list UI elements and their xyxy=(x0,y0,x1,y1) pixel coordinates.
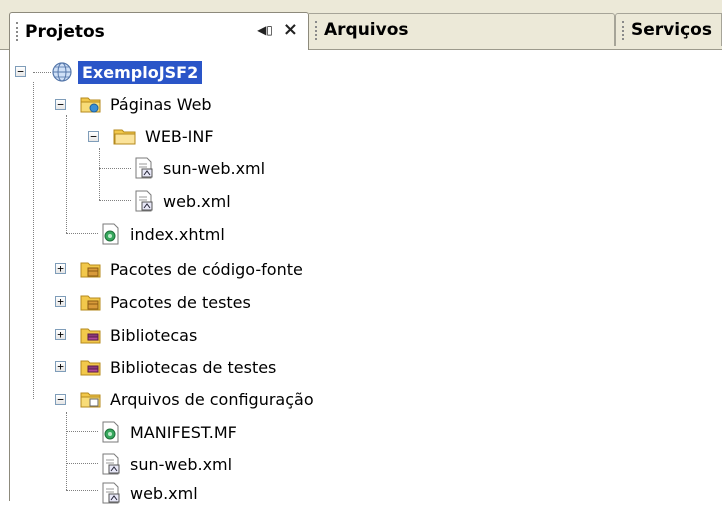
tab-label: Arquivos xyxy=(324,20,409,40)
tab-grip xyxy=(315,20,320,40)
xml-file-icon xyxy=(102,453,120,475)
expand-toggle[interactable]: + xyxy=(55,361,66,372)
tab-controls: ◀▯ × xyxy=(257,19,298,40)
web-folder-icon xyxy=(80,97,101,113)
tree-item-label: Pacotes de código-fonte xyxy=(110,259,303,279)
tree-item-label: sun-web.xml xyxy=(163,158,266,178)
tree-line xyxy=(66,463,98,464)
tree-item-web-xml[interactable]: web.xml xyxy=(133,186,231,216)
tree-item-sun-web-xml[interactable]: sun-web.xml xyxy=(100,449,232,479)
collapse-toggle[interactable]: − xyxy=(88,131,99,142)
tree-item-config-files[interactable]: Arquivos de configuração xyxy=(80,384,314,414)
package-folder-icon xyxy=(80,262,101,278)
close-tab-icon[interactable]: × xyxy=(283,19,298,40)
tree-item-test-libraries[interactable]: Bibliotecas de testes xyxy=(80,352,276,382)
folder-open-icon xyxy=(113,129,136,145)
tree-item-label: Páginas Web xyxy=(110,94,212,114)
tree-item-label: Pacotes de testes xyxy=(110,292,251,312)
tab-grip xyxy=(622,20,627,40)
tab-bar: Projetos ◀▯ × Arquivos Serviços xyxy=(0,0,722,50)
web-file-icon xyxy=(102,223,119,245)
minimize-window-icon[interactable]: ◀▯ xyxy=(257,23,273,37)
collapse-toggle[interactable]: − xyxy=(15,66,26,77)
collapse-toggle[interactable]: − xyxy=(55,99,66,110)
tree-item-web-inf[interactable]: WEB-INF xyxy=(113,121,214,151)
tab-arquivos[interactable]: Arquivos xyxy=(309,13,615,46)
tree-item-label: Arquivos de configuração xyxy=(110,389,314,409)
tree-line xyxy=(99,200,131,201)
project-name: ExemploJSF2 xyxy=(76,59,204,85)
tree-item-label: sun-web.xml xyxy=(130,454,233,474)
tree-line xyxy=(66,490,98,491)
library-folder-icon xyxy=(80,328,101,344)
tree-item-test-packages[interactable]: Pacotes de testes xyxy=(80,287,251,317)
tree-line xyxy=(66,233,98,234)
package-folder-icon xyxy=(80,295,101,311)
tree-line xyxy=(33,72,51,73)
tree-line xyxy=(99,148,100,200)
tree-line xyxy=(66,431,98,432)
tree-item-label: web.xml xyxy=(130,483,198,503)
tree-item-sun-web-xml[interactable]: sun-web.xml xyxy=(133,153,265,183)
tab-projetos[interactable]: Projetos ◀▯ × xyxy=(9,12,309,50)
tree-item-web-pages[interactable]: Páginas Web xyxy=(80,89,212,119)
tree-item-label: Bibliotecas xyxy=(110,325,198,345)
tree-item-project-root[interactable]: ExemploJSF2 xyxy=(51,57,204,87)
globe-icon xyxy=(52,62,72,82)
config-folder-icon xyxy=(80,392,101,408)
tree-item-label: index.xhtml xyxy=(130,224,225,244)
library-folder-icon xyxy=(80,360,101,376)
tree-line xyxy=(33,82,34,399)
manifest-file-icon xyxy=(102,421,119,443)
tree-line xyxy=(99,168,131,169)
tree-item-manifest[interactable]: MANIFEST.MF xyxy=(100,417,237,447)
tab-label: Projetos xyxy=(25,21,105,42)
tree-item-label: WEB-INF xyxy=(145,126,214,146)
tree-line xyxy=(66,412,67,490)
tree-item-source-packages[interactable]: Pacotes de código-fonte xyxy=(80,254,303,284)
tab-label: Serviços xyxy=(631,20,712,40)
expand-toggle[interactable]: + xyxy=(55,263,66,274)
expand-toggle[interactable]: + xyxy=(55,329,66,340)
tree-item-index-xhtml[interactable]: index.xhtml xyxy=(100,219,225,249)
tab-servicos[interactable]: Serviços xyxy=(615,13,722,46)
tab-grip xyxy=(16,22,21,41)
tree-item-label: MANIFEST.MF xyxy=(130,422,237,442)
xml-file-icon xyxy=(135,190,153,212)
tree-item-web-xml[interactable]: web.xml xyxy=(100,478,198,508)
tree-item-label: Bibliotecas de testes xyxy=(110,357,277,377)
collapse-toggle[interactable]: − xyxy=(55,394,66,405)
tree-line xyxy=(66,115,67,233)
tree-item-label: web.xml xyxy=(163,191,231,211)
xml-file-icon xyxy=(135,157,153,179)
expand-toggle[interactable]: + xyxy=(55,296,66,307)
tree-item-libraries[interactable]: Bibliotecas xyxy=(80,320,197,350)
